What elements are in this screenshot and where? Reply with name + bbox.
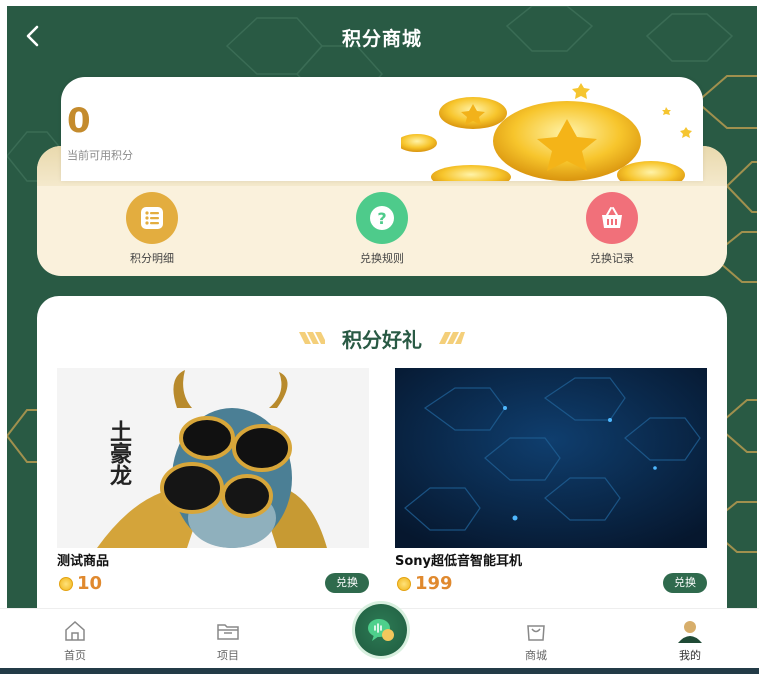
tab-mall[interactable]: 商城 (496, 609, 576, 669)
product-image-headphones[interactable] (395, 368, 707, 548)
product-card[interactable]: Sony超低音智能耳机 199 兑换 (395, 368, 707, 598)
product-name: Sony超低音智能耳机 (395, 554, 523, 569)
redeem-button[interactable]: 兑换 (325, 573, 369, 593)
home-icon (65, 620, 85, 641)
exchange-rules-button[interactable]: ? 兑换规则 (322, 192, 442, 266)
redeem-button[interactable]: 兑换 (663, 573, 707, 593)
tab-home-label: 首页 (64, 649, 86, 662)
product-price: 199 (415, 573, 453, 594)
exchange-rules-label: 兑换规则 (360, 252, 404, 265)
product-image-dragon[interactable]: 土豪龙 (57, 368, 369, 548)
gold-coins-illustration (401, 83, 692, 181)
gifts-title: 积分好礼 (342, 328, 422, 352)
tab-mine-label: 我的 (679, 649, 701, 662)
app-screen: 积分商城 0 当前可用积分 积分明细 ? 兑换规则 兑换记录 积分好礼 土豪龙 … (7, 6, 757, 674)
header: 积分商城 (7, 6, 757, 66)
points-detail-button[interactable]: 积分明细 (92, 192, 212, 266)
product-name: 测试商品 (57, 554, 110, 569)
coin-icon (397, 577, 411, 591)
product-image-caption: 土豪龙 (106, 420, 132, 486)
points-card: 0 当前可用积分 (61, 77, 703, 181)
exchange-history-label: 兑换记录 (590, 252, 634, 265)
list-icon (126, 192, 178, 244)
tech-hexagon-illustration (395, 368, 707, 548)
product-price: 10 (77, 573, 103, 594)
shopping-bag-icon (527, 625, 545, 641)
tab-projects[interactable]: 项目 (188, 609, 268, 669)
points-detail-label: 积分明细 (130, 252, 174, 265)
folder-icon (217, 624, 239, 640)
question-icon: ? (356, 192, 408, 244)
chat-icon (368, 619, 394, 641)
product-card[interactable]: 土豪龙 测试商品 10 兑换 (57, 368, 369, 598)
tab-home[interactable]: 首页 (35, 609, 115, 669)
product-price-row: 199 兑换 (395, 572, 707, 598)
tab-mine[interactable]: 我的 (650, 609, 730, 669)
user-icon (678, 621, 702, 643)
quick-actions: 积分明细 ? 兑换规则 兑换记录 (37, 192, 727, 272)
center-chat-button[interactable] (355, 604, 407, 656)
svg-text:?: ? (377, 209, 386, 228)
exchange-history-button[interactable]: 兑换记录 (552, 192, 672, 266)
tab-projects-label: 项目 (217, 649, 239, 662)
points-label: 当前可用积分 (67, 149, 133, 162)
basket-icon (586, 192, 638, 244)
tab-mall-label: 商城 (525, 649, 547, 662)
title-decoration-right (439, 332, 465, 344)
points-value: 0 (67, 101, 91, 141)
bottom-edge (0, 668, 759, 674)
dragon-illustration: 土豪龙 (57, 368, 369, 548)
gifts-panel: 积分好礼 土豪龙 测试商品 10 兑换 Sony超低音智能耳机 199 兑换 (37, 296, 727, 626)
page-title: 积分商城 (341, 28, 422, 50)
product-price-row: 10 兑换 (57, 572, 369, 598)
coin-icon (59, 577, 73, 591)
